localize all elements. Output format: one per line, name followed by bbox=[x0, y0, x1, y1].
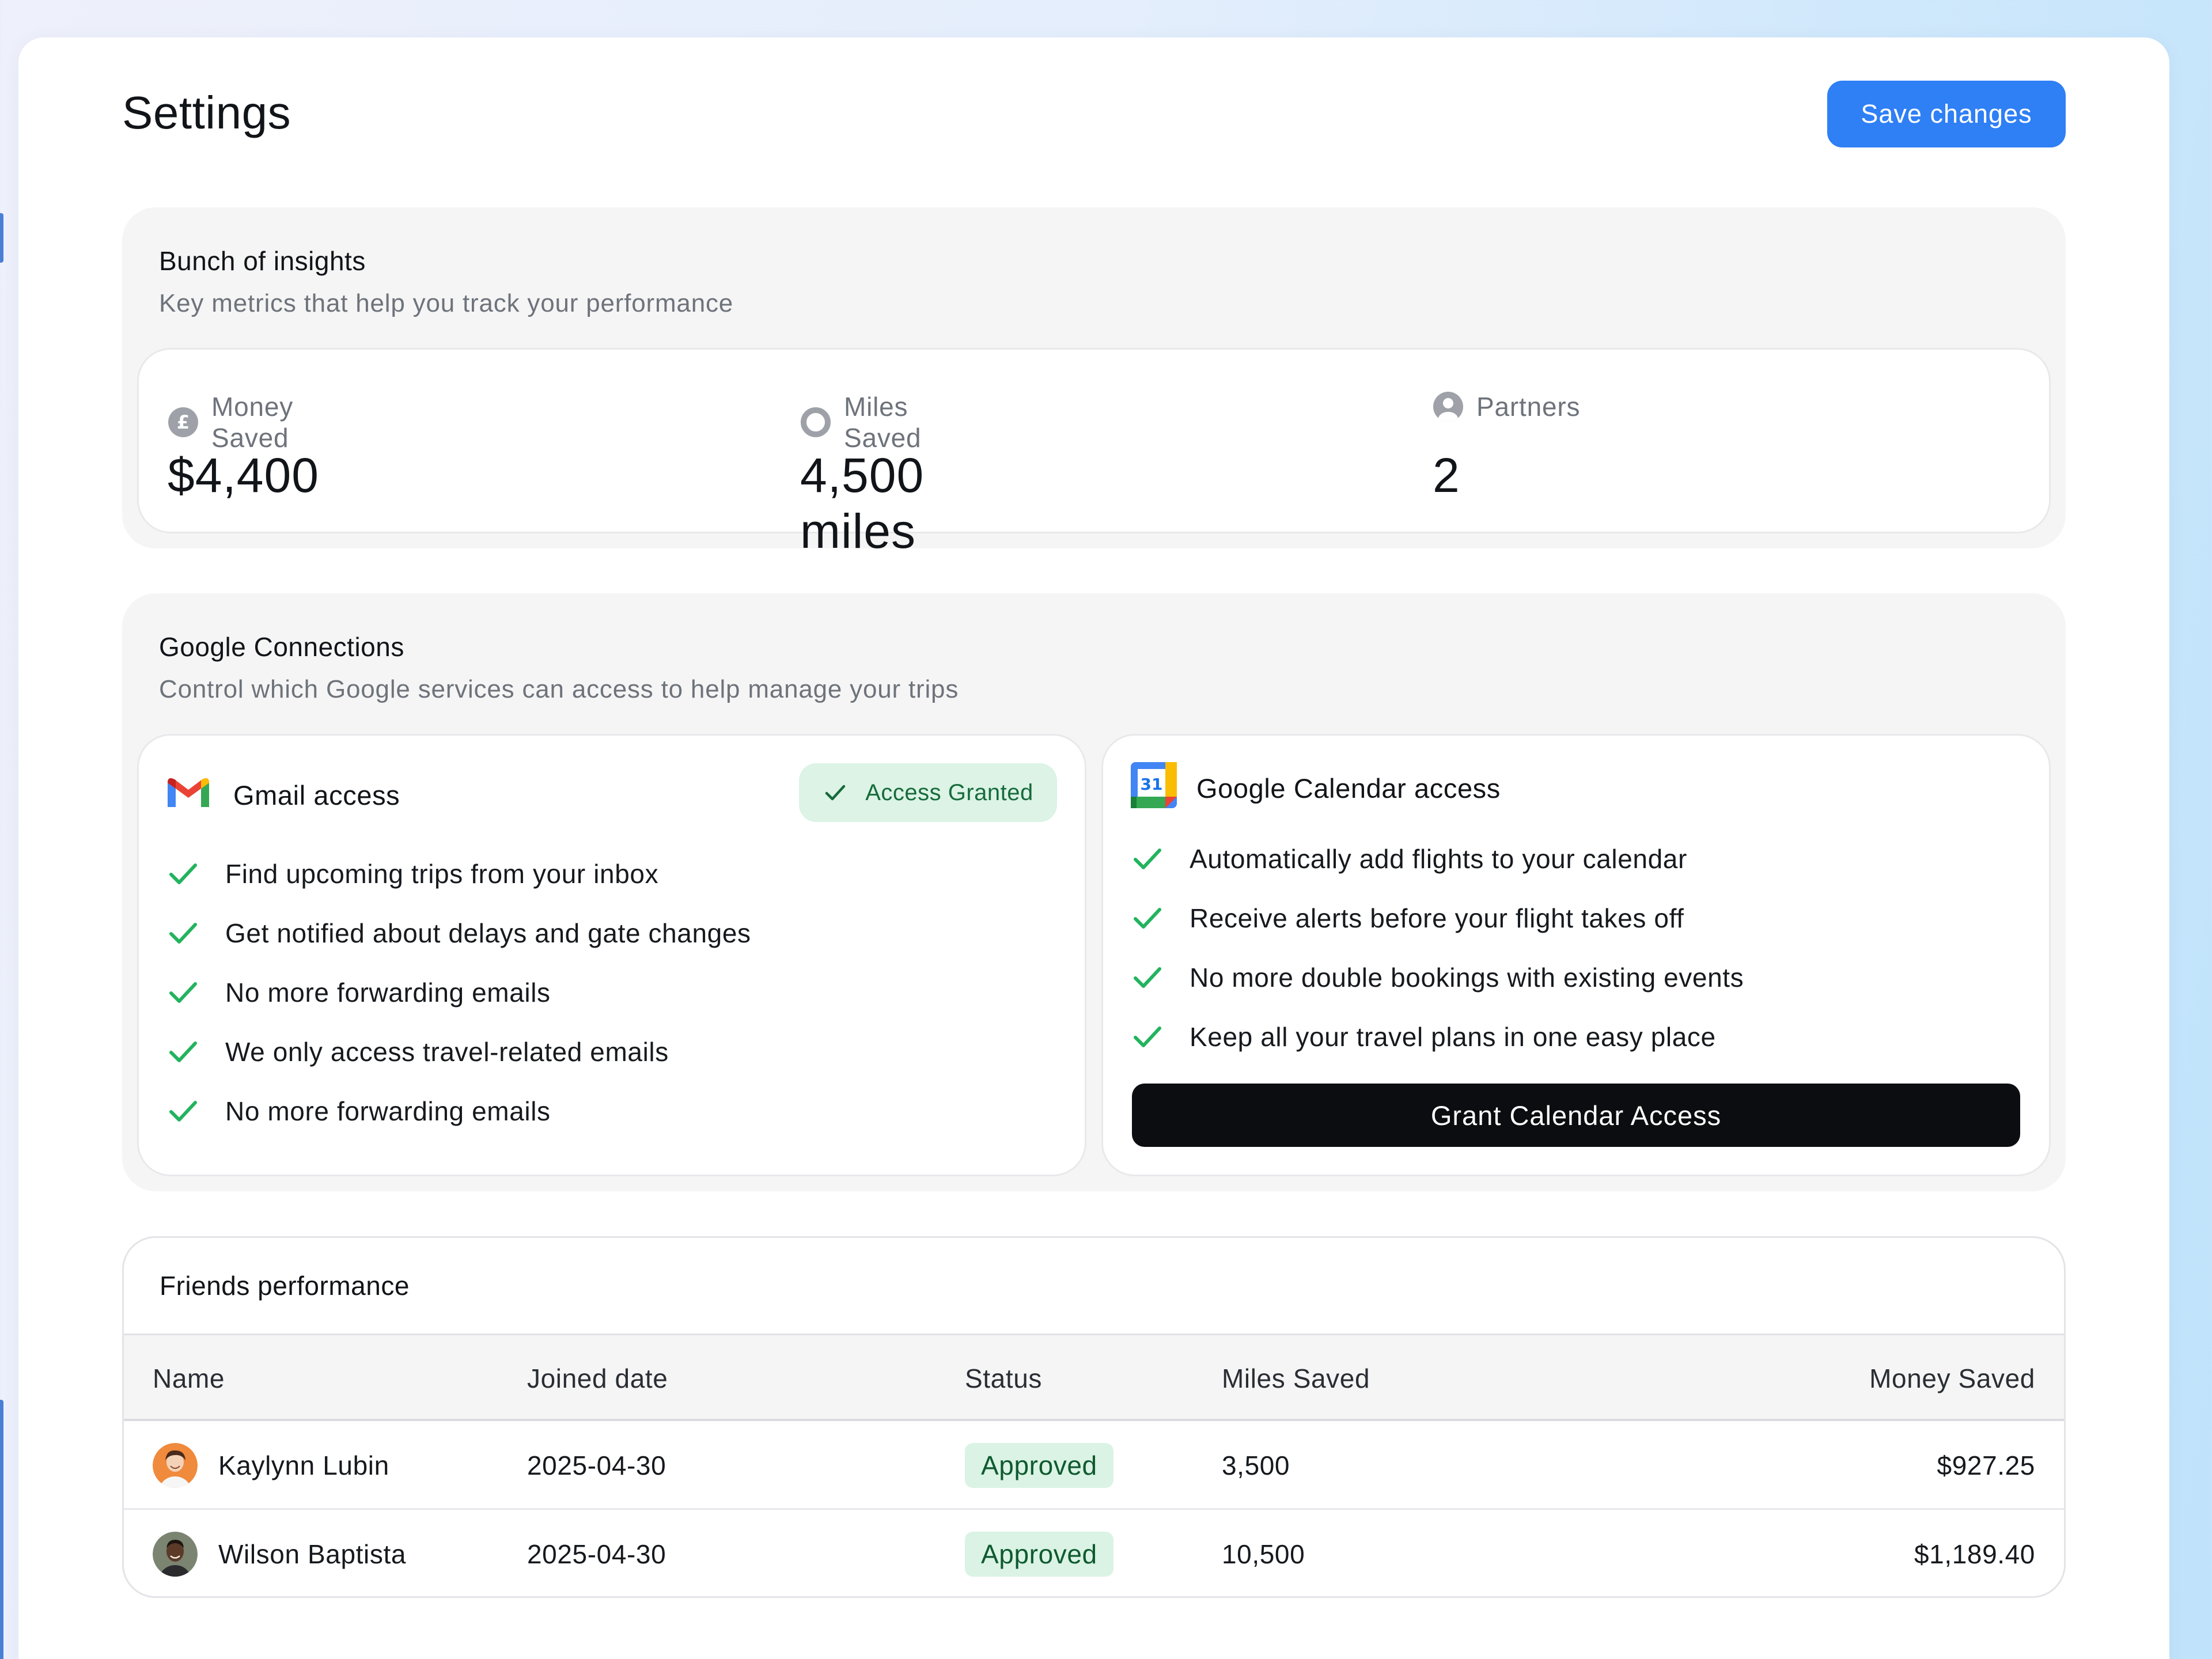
gmail-access-panel: Gmail access Access Granted Find upcomin… bbox=[137, 734, 1086, 1176]
feature-text: Automatically add flights to your calend… bbox=[1190, 843, 1687, 874]
page-title: Settings bbox=[122, 87, 291, 138]
check-icon bbox=[825, 785, 846, 801]
list-item: No more double bookings with existing ev… bbox=[1132, 948, 1744, 1007]
friend-name: Wilson Baptista bbox=[218, 1539, 407, 1569]
list-item: No more forwarding emails bbox=[168, 1081, 751, 1141]
metric-value: 4,500 miles bbox=[800, 448, 925, 558]
table-row[interactable]: Wilson Baptista 2025-04-30 Approved 10,5… bbox=[124, 1510, 2064, 1596]
column-header-joined-date[interactable]: Joined date bbox=[527, 1363, 668, 1394]
table-row[interactable]: Kaylynn Lubin 2025-04-30 Approved 3,500 … bbox=[124, 1421, 2064, 1510]
column-header-money-saved[interactable]: Money Saved bbox=[1869, 1363, 2035, 1394]
google-connections-title: Google Connections bbox=[159, 632, 404, 662]
friends-performance-title: Friends performance bbox=[160, 1271, 410, 1301]
avatar bbox=[153, 1443, 198, 1488]
feature-text: No more forwarding emails bbox=[225, 1096, 551, 1126]
save-changes-button[interactable]: Save changes bbox=[1827, 81, 2066, 147]
google-connections-subtitle: Control which Google services can access… bbox=[159, 675, 959, 703]
feature-text: Receive alerts before your flight takes … bbox=[1190, 903, 1684, 933]
feature-text: We only access travel-related emails bbox=[225, 1036, 669, 1067]
feature-text: No more double bookings with existing ev… bbox=[1190, 962, 1744, 993]
feature-text: Keep all your travel plans in one easy p… bbox=[1190, 1021, 1716, 1052]
pound-coin-icon: £ bbox=[168, 407, 199, 438]
column-header-name[interactable]: Name bbox=[153, 1363, 225, 1394]
gmail-feature-list: Find upcoming trips from your inbox Get … bbox=[168, 844, 751, 1141]
miles-saved: 10,500 bbox=[1222, 1539, 1305, 1569]
friends-performance-table: Friends performance Name Joined date Sta… bbox=[122, 1236, 2066, 1598]
table-header: Name Joined date Status Miles Saved Mone… bbox=[124, 1334, 2064, 1421]
feature-text: Get notified about delays and gate chang… bbox=[225, 918, 751, 948]
calendar-access-panel: 31 Google Calendar access Automatically … bbox=[1101, 734, 2051, 1176]
insights-card: Bunch of insights Key metrics that help … bbox=[122, 207, 2066, 558]
gmail-icon bbox=[165, 775, 211, 809]
svg-text:£: £ bbox=[177, 411, 190, 433]
gmail-access-title: Gmail access bbox=[233, 780, 400, 810]
access-granted-badge: Access Granted bbox=[799, 763, 1057, 822]
feature-text: No more forwarding emails bbox=[225, 977, 551, 1007]
list-item: No more forwarding emails bbox=[168, 963, 751, 1022]
money-saved: $927.25 bbox=[1937, 1450, 2035, 1480]
column-header-miles-saved[interactable]: Miles Saved bbox=[1222, 1363, 1370, 1394]
user-circle-icon bbox=[1433, 391, 1464, 422]
list-item: Find upcoming trips from your inbox bbox=[168, 844, 751, 903]
google-connections-card: Google Connections Control which Google … bbox=[122, 593, 2066, 1191]
feature-text: Find upcoming trips from your inbox bbox=[225, 858, 659, 889]
joined-date: 2025-04-30 bbox=[527, 1539, 666, 1569]
svg-text:31: 31 bbox=[1141, 775, 1163, 794]
metric-value: 2 bbox=[1433, 448, 1460, 502]
list-item: Receive alerts before your flight takes … bbox=[1132, 888, 1744, 948]
window-edge-marker bbox=[0, 213, 3, 263]
joined-date: 2025-04-30 bbox=[527, 1450, 666, 1480]
list-item: Automatically add flights to your calend… bbox=[1132, 829, 1744, 888]
check-icon bbox=[1132, 903, 1163, 934]
status-badge: Approved bbox=[965, 1532, 1113, 1577]
google-calendar-icon: 31 bbox=[1131, 762, 1177, 808]
metric-label: Miles Saved bbox=[844, 392, 922, 453]
insights-subtitle: Key metrics that help you track your per… bbox=[159, 289, 734, 317]
metrics-panel: £ Money Saved $4,400 Miles Saved 4,500 m… bbox=[137, 348, 2051, 558]
money-saved: $1,189.40 bbox=[1914, 1539, 2035, 1569]
metric-label: Partners bbox=[1476, 392, 1581, 422]
list-item: Keep all your travel plans in one easy p… bbox=[1132, 1007, 1744, 1066]
calendar-feature-list: Automatically add flights to your calend… bbox=[1132, 829, 1744, 1066]
calendar-access-title: Google Calendar access bbox=[1196, 773, 1501, 804]
metric-label: Money Saved bbox=[211, 392, 294, 453]
status-badge: Approved bbox=[965, 1443, 1113, 1488]
list-item: We only access travel-related emails bbox=[168, 1022, 751, 1081]
grant-calendar-access-button[interactable]: Grant Calendar Access bbox=[1132, 1084, 2020, 1147]
check-icon bbox=[168, 858, 199, 889]
check-icon bbox=[168, 918, 199, 949]
access-granted-label: Access Granted bbox=[865, 779, 1033, 805]
ring-icon bbox=[800, 407, 831, 438]
avatar bbox=[153, 1532, 198, 1577]
column-header-status[interactable]: Status bbox=[965, 1363, 1042, 1394]
miles-saved: 3,500 bbox=[1222, 1450, 1290, 1480]
check-icon bbox=[1132, 962, 1163, 993]
insights-title: Bunch of insights bbox=[159, 246, 366, 276]
check-icon bbox=[1132, 1021, 1163, 1052]
list-item: Get notified about delays and gate chang… bbox=[168, 903, 751, 963]
friend-name: Kaylynn Lubin bbox=[218, 1450, 389, 1480]
metric-value: $4,400 bbox=[168, 448, 319, 502]
window-edge-marker bbox=[0, 1400, 3, 1659]
check-icon bbox=[1132, 843, 1163, 874]
check-icon bbox=[168, 1096, 199, 1127]
check-icon bbox=[168, 977, 199, 1008]
check-icon bbox=[168, 1036, 199, 1067]
